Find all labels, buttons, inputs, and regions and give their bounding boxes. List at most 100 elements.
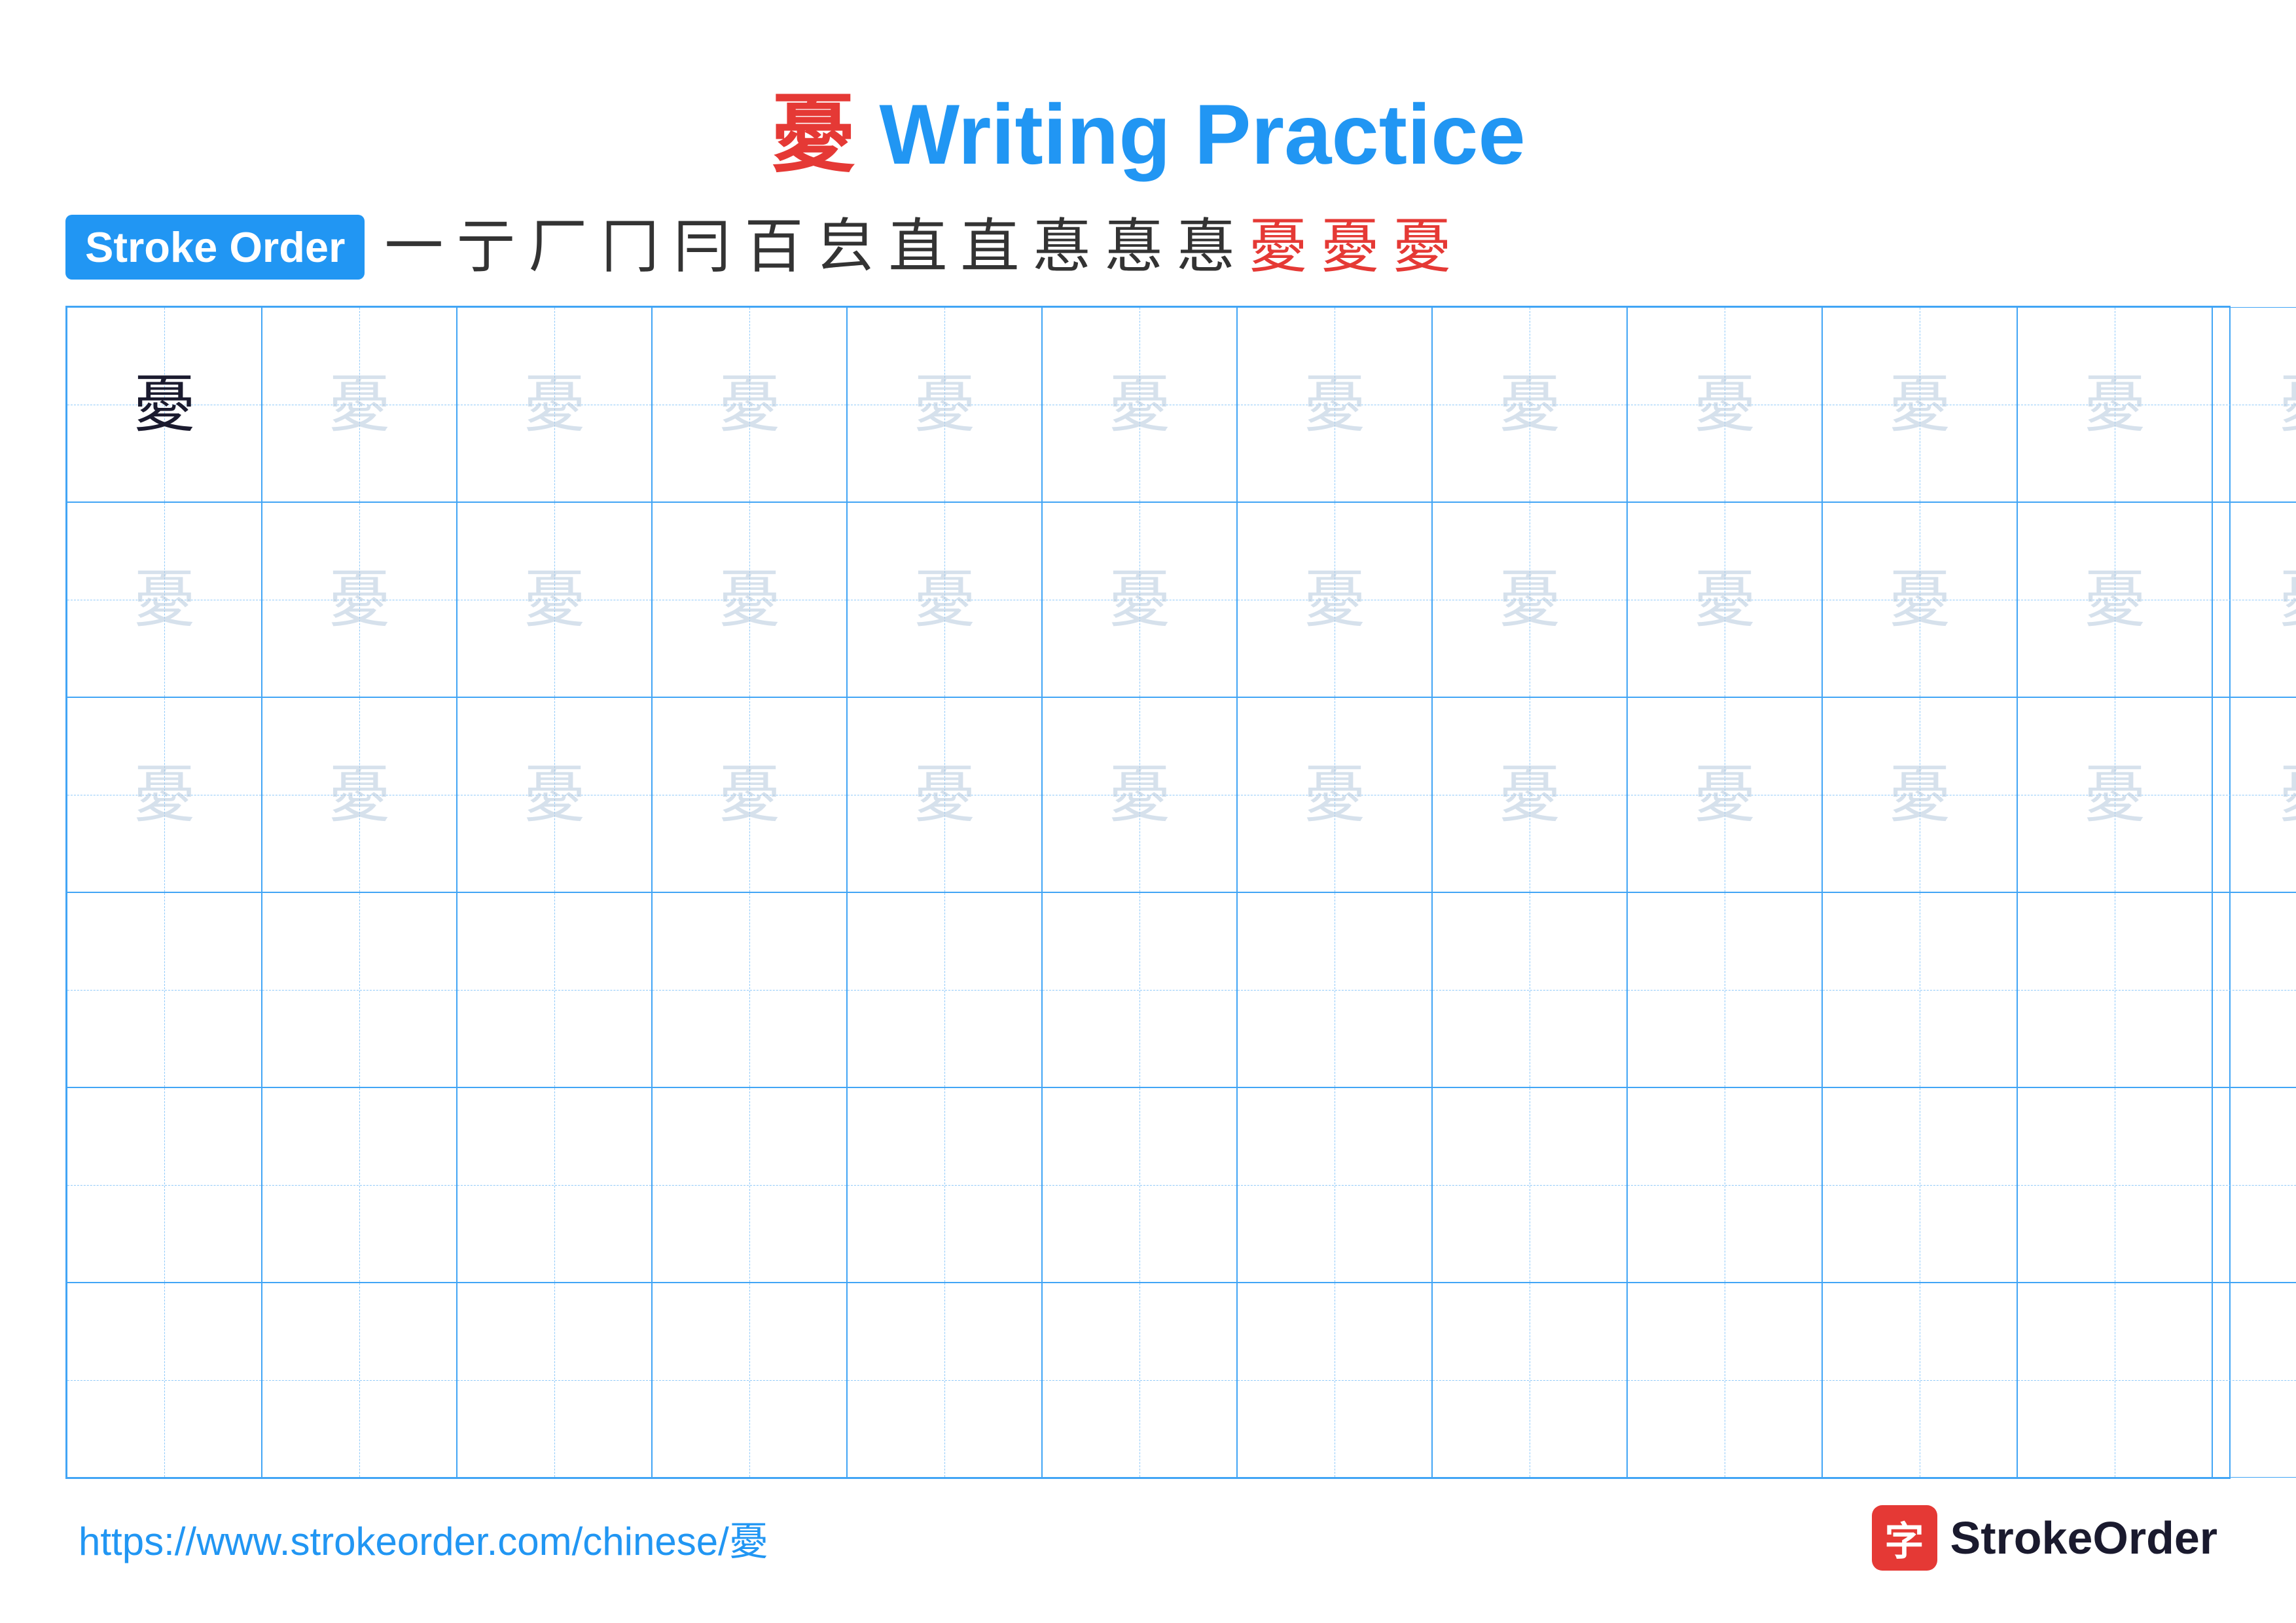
grid-cell[interactable] <box>652 1087 847 1283</box>
grid-cell[interactable] <box>2017 892 2212 1087</box>
grid-cell[interactable]: 憂 <box>1432 697 1627 892</box>
grid-cell[interactable]: 憂 <box>847 307 1042 502</box>
grid-cell[interactable] <box>1627 892 1822 1087</box>
grid-cell[interactable] <box>652 892 847 1087</box>
grid-cell[interactable]: 憂 <box>652 697 847 892</box>
practice-character: 憂 <box>913 374 975 436</box>
grid-cell[interactable] <box>457 892 652 1087</box>
grid-cell[interactable] <box>2212 1087 2296 1283</box>
grid-cell[interactable]: 憂 <box>652 502 847 697</box>
grid-cell[interactable]: 憂 <box>1627 697 1822 892</box>
grid-cell[interactable]: 憂 <box>1822 697 2017 892</box>
practice-character: 憂 <box>2278 764 2296 826</box>
grid-cell[interactable]: 憂 <box>1237 697 1432 892</box>
grid-cell[interactable] <box>1237 1087 1432 1283</box>
grid-cell[interactable] <box>1432 1283 1627 1478</box>
grid-cell[interactable]: 憂 <box>1237 307 1432 502</box>
grid-cell[interactable] <box>1042 892 1237 1087</box>
stroke-2: 亍 <box>456 218 515 277</box>
grid-cell[interactable]: 憂 <box>1822 307 2017 502</box>
grid-cell[interactable]: 憂 <box>2017 502 2212 697</box>
grid-cell[interactable] <box>1822 892 2017 1087</box>
grid-cell[interactable] <box>1042 1283 1237 1478</box>
grid-cell[interactable] <box>2212 1283 2296 1478</box>
grid-cell[interactable]: 憂 <box>2017 307 2212 502</box>
grid-cell[interactable] <box>847 892 1042 1087</box>
grid-cell[interactable] <box>1432 892 1627 1087</box>
grid-cell[interactable] <box>457 1283 652 1478</box>
grid-cell[interactable]: 憂 <box>1627 502 1822 697</box>
grid-cell[interactable] <box>262 892 457 1087</box>
grid-cell[interactable]: 憂 <box>1042 307 1237 502</box>
grid-cell[interactable] <box>847 1283 1042 1478</box>
grid-cell[interactable] <box>262 1087 457 1283</box>
grid-cell[interactable] <box>67 1087 262 1283</box>
grid-cell[interactable] <box>67 892 262 1087</box>
grid-cell[interactable]: 憂 <box>262 697 457 892</box>
practice-character: 憂 <box>328 374 390 436</box>
practice-character: 憂 <box>1498 569 1560 631</box>
grid-cell[interactable]: 憂 <box>67 502 262 697</box>
logo-icon: 字 <box>1872 1505 1937 1571</box>
practice-character: 憂 <box>133 374 195 436</box>
practice-character: 憂 <box>718 374 780 436</box>
grid-cell[interactable]: 憂 <box>1237 502 1432 697</box>
grid-cell[interactable] <box>1627 1087 1822 1283</box>
stroke-10: 惪 <box>1032 218 1091 277</box>
grid-cell[interactable]: 憂 <box>1432 307 1627 502</box>
grid-cell[interactable]: 憂 <box>2212 502 2296 697</box>
grid-cell[interactable]: 憂 <box>457 307 652 502</box>
grid-cell[interactable] <box>1627 1283 1822 1478</box>
practice-character: 憂 <box>133 764 195 826</box>
practice-character: 憂 <box>1888 374 1950 436</box>
practice-character: 憂 <box>1498 764 1560 826</box>
grid-cell[interactable]: 憂 <box>2212 697 2296 892</box>
grid-cell[interactable]: 憂 <box>67 697 262 892</box>
stroke-12: 惪 <box>1176 218 1235 277</box>
practice-character: 憂 <box>133 569 195 631</box>
grid-cell[interactable] <box>1237 1283 1432 1478</box>
grid-cell[interactable] <box>1822 1087 2017 1283</box>
grid-cell[interactable]: 憂 <box>847 502 1042 697</box>
grid-cell[interactable]: 憂 <box>262 307 457 502</box>
grid-cell[interactable]: 憂 <box>2017 697 2212 892</box>
grid-cell[interactable]: 憂 <box>262 502 457 697</box>
grid-cell[interactable] <box>1822 1283 2017 1478</box>
grid-cell[interactable] <box>1042 1087 1237 1283</box>
stroke-13: 憂 <box>1248 218 1307 277</box>
grid-cell[interactable] <box>2017 1283 2212 1478</box>
practice-character: 憂 <box>2083 569 2145 631</box>
grid-cell[interactable]: 憂 <box>1627 307 1822 502</box>
practice-grid: 憂憂憂憂憂憂憂憂憂憂憂憂憂憂憂憂憂憂憂憂憂憂憂憂憂憂憂憂憂憂憂憂憂憂憂憂憂憂憂 <box>65 306 2231 1479</box>
grid-cell[interactable]: 憂 <box>1432 502 1627 697</box>
stroke-1: 一 <box>384 218 443 277</box>
grid-cell[interactable] <box>67 1283 262 1478</box>
grid-cell[interactable]: 憂 <box>1042 697 1237 892</box>
grid-cell[interactable]: 憂 <box>1042 502 1237 697</box>
grid-cell[interactable] <box>1432 1087 1627 1283</box>
grid-cell[interactable]: 憂 <box>457 697 652 892</box>
grid-cell[interactable] <box>847 1087 1042 1283</box>
grid-cell[interactable]: 憂 <box>67 307 262 502</box>
practice-character: 憂 <box>2278 374 2296 436</box>
practice-character: 憂 <box>1303 764 1365 826</box>
practice-character: 憂 <box>1108 569 1170 631</box>
grid-cell[interactable] <box>262 1283 457 1478</box>
grid-cell[interactable] <box>1237 892 1432 1087</box>
grid-cell[interactable] <box>2017 1087 2212 1283</box>
practice-character: 憂 <box>1888 764 1950 826</box>
grid-cell[interactable]: 憂 <box>1822 502 2017 697</box>
grid-cell[interactable]: 憂 <box>457 502 652 697</box>
grid-cell[interactable]: 憂 <box>652 307 847 502</box>
stroke-order-badge: Stroke Order <box>65 215 365 280</box>
practice-character: 憂 <box>718 569 780 631</box>
grid-cell[interactable] <box>652 1283 847 1478</box>
footer: https://www.strokeorder.com/chinese/憂 字 … <box>65 1505 2231 1571</box>
grid-cell[interactable] <box>457 1087 652 1283</box>
grid-cell[interactable]: 憂 <box>2212 307 2296 502</box>
practice-character: 憂 <box>913 569 975 631</box>
grid-cell[interactable] <box>2212 892 2296 1087</box>
footer-url[interactable]: https://www.strokeorder.com/chinese/憂 <box>79 1510 768 1567</box>
grid-cell[interactable]: 憂 <box>847 697 1042 892</box>
logo-text: StrokeOrder <box>1950 1512 2217 1564</box>
